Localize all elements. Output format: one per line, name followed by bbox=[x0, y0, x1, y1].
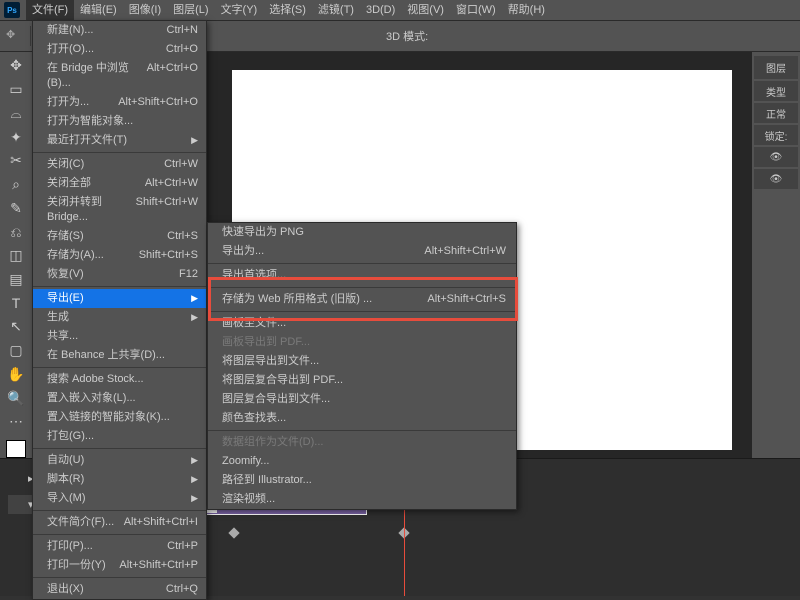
menu-item[interactable]: 自动(U)▶ bbox=[33, 451, 206, 470]
search-kind[interactable]: 类型 bbox=[754, 81, 798, 101]
menubar: Ps 文件(F)编辑(E)图像(I)图层(L)文字(Y)选择(S)滤镜(T)3D… bbox=[0, 0, 800, 20]
menu-item[interactable]: 视图(V) bbox=[401, 0, 450, 20]
menu-item[interactable]: 存储(S)Ctrl+S bbox=[33, 227, 206, 246]
layers-panel: 图层 类型 正常 锁定: 👁 👁 bbox=[752, 52, 800, 458]
menu-item[interactable]: 打开为...Alt+Shift+Ctrl+O bbox=[33, 93, 206, 112]
menu-item[interactable]: 打印一份(Y)Alt+Shift+Ctrl+P bbox=[33, 556, 206, 575]
submenu-item[interactable]: 快速导出为 PNG bbox=[208, 223, 516, 242]
menu-item[interactable]: 文字(Y) bbox=[215, 0, 264, 20]
blend-mode[interactable]: 正常 bbox=[754, 103, 798, 123]
menu-item[interactable]: 新建(N)...Ctrl+N bbox=[33, 21, 206, 40]
menu-item[interactable]: 共享... bbox=[33, 327, 206, 346]
menu-item[interactable]: 编辑(E) bbox=[74, 0, 123, 20]
hand-tool[interactable]: ✋ bbox=[5, 365, 27, 385]
menu-item[interactable]: 最近打开文件(T)▶ bbox=[33, 131, 206, 150]
menu-item[interactable]: 置入嵌入对象(L)... bbox=[33, 389, 206, 408]
menu-item[interactable]: 图像(I) bbox=[123, 0, 167, 20]
menu-item[interactable]: 存储为(A)...Shift+Ctrl+S bbox=[33, 246, 206, 265]
eyedropper-tool[interactable]: ⌕ bbox=[5, 175, 27, 195]
menu-item[interactable]: 文件简介(F)...Alt+Shift+Ctrl+I bbox=[33, 513, 206, 532]
wand-tool[interactable]: ✦ bbox=[5, 127, 27, 147]
submenu-item[interactable]: Zoomify... bbox=[208, 452, 516, 471]
menu-item[interactable]: 打印(P)...Ctrl+P bbox=[33, 537, 206, 556]
move-tool[interactable]: ✥ bbox=[5, 56, 27, 76]
menu-item[interactable]: 滤镜(T) bbox=[312, 0, 360, 20]
path-tool[interactable]: ↖ bbox=[5, 317, 27, 337]
menu-item[interactable]: 置入链接的智能对象(K)... bbox=[33, 408, 206, 427]
menu-item[interactable]: 生成▶ bbox=[33, 308, 206, 327]
submenu-item[interactable]: 图层复合导出到文件... bbox=[208, 390, 516, 409]
marquee-tool[interactable]: ▭ bbox=[5, 80, 27, 100]
menu-item[interactable]: 关闭并转到 Bridge...Shift+Ctrl+W bbox=[33, 193, 206, 227]
menu-item[interactable]: 退出(X)Ctrl+Q bbox=[33, 580, 206, 599]
submenu-item[interactable]: 画板导出到 PDF... bbox=[208, 333, 516, 352]
lasso-tool[interactable]: ⌓ bbox=[5, 103, 27, 123]
menu-item[interactable]: 打开为智能对象... bbox=[33, 112, 206, 131]
menu-item[interactable]: 导入(M)▶ bbox=[33, 489, 206, 508]
move-icon: ✥ bbox=[6, 28, 22, 44]
layers-tab[interactable]: 图层 bbox=[754, 56, 798, 79]
menu-item[interactable]: 恢复(V)F12 bbox=[33, 265, 206, 284]
submenu-item[interactable]: 将图层导出到文件... bbox=[208, 352, 516, 371]
shape-tool[interactable]: ▢ bbox=[5, 341, 27, 361]
menu-item[interactable]: 选择(S) bbox=[263, 0, 312, 20]
submenu-item[interactable]: 路径到 Illustrator... bbox=[208, 471, 516, 490]
submenu-item[interactable]: 数据组作为文件(D)... bbox=[208, 433, 516, 452]
menu-item[interactable]: 打开(O)...Ctrl+O bbox=[33, 40, 206, 59]
menu-item[interactable]: 3D(D) bbox=[360, 0, 401, 20]
brush-tool[interactable]: ✎ bbox=[5, 198, 27, 218]
app-logo: Ps bbox=[4, 2, 20, 18]
gradient-tool[interactable]: ▤ bbox=[5, 270, 27, 290]
menu-item[interactable]: 文件(F) bbox=[26, 0, 74, 20]
eraser-tool[interactable]: ◫ bbox=[5, 246, 27, 266]
menu-item[interactable]: 在 Bridge 中浏览(B)...Alt+Ctrl+O bbox=[33, 59, 206, 93]
submenu-item[interactable]: 颜色查找表... bbox=[208, 409, 516, 428]
submenu-item[interactable]: 渲染视频... bbox=[208, 490, 516, 509]
menu-item[interactable]: 关闭全部Alt+Ctrl+W bbox=[33, 174, 206, 193]
menu-item[interactable]: 窗口(W) bbox=[450, 0, 502, 20]
lock-row: 锁定: bbox=[754, 125, 798, 145]
submenu-item[interactable]: 画板至文件... bbox=[208, 314, 516, 333]
submenu-item[interactable]: 将图层复合导出到 PDF... bbox=[208, 371, 516, 390]
menu-item[interactable]: 帮助(H) bbox=[502, 0, 551, 20]
clone-tool[interactable]: ⎌ bbox=[5, 222, 27, 242]
color-swatch[interactable] bbox=[6, 440, 26, 458]
menu-item[interactable]: 打包(G)... bbox=[33, 427, 206, 446]
file-menu-dropdown: 新建(N)...Ctrl+N打开(O)...Ctrl+O在 Bridge 中浏览… bbox=[32, 20, 207, 600]
menu-item[interactable]: 脚本(R)▶ bbox=[33, 470, 206, 489]
more-tools[interactable]: ⋯ bbox=[5, 412, 27, 432]
menu-item[interactable]: 在 Behance 上共享(D)... bbox=[33, 346, 206, 365]
submenu-item[interactable]: 导出为...Alt+Shift+Ctrl+W bbox=[208, 242, 516, 261]
export-submenu: 快速导出为 PNG导出为...Alt+Shift+Ctrl+W 导出首选项... 存… bbox=[207, 222, 517, 510]
submenu-item[interactable]: 导出首选项... bbox=[208, 266, 516, 285]
type-tool[interactable]: T bbox=[5, 293, 27, 313]
menu-item[interactable]: 关闭(C)Ctrl+W bbox=[33, 155, 206, 174]
zoom-tool[interactable]: 🔍 bbox=[5, 388, 27, 408]
toolbox: ✥ ▭ ⌓ ✦ ✂ ⌕ ✎ ⎌ ◫ ▤ T ↖ ▢ ✋ 🔍 ⋯ bbox=[0, 52, 32, 458]
menu-item[interactable]: 导出(E)▶ bbox=[33, 289, 206, 308]
menu-item[interactable]: 搜索 Adobe Stock... bbox=[33, 370, 206, 389]
menu-item[interactable]: 图层(L) bbox=[167, 0, 214, 20]
layer-thumb[interactable]: 👁 bbox=[754, 147, 798, 167]
crop-tool[interactable]: ✂ bbox=[5, 151, 27, 171]
3d-mode-label: 3D 模式: bbox=[386, 28, 428, 44]
layer-thumb[interactable]: 👁 bbox=[754, 169, 798, 189]
submenu-item[interactable]: 存储为 Web 所用格式 (旧版) ...Alt+Shift+Ctrl+S bbox=[208, 290, 516, 309]
